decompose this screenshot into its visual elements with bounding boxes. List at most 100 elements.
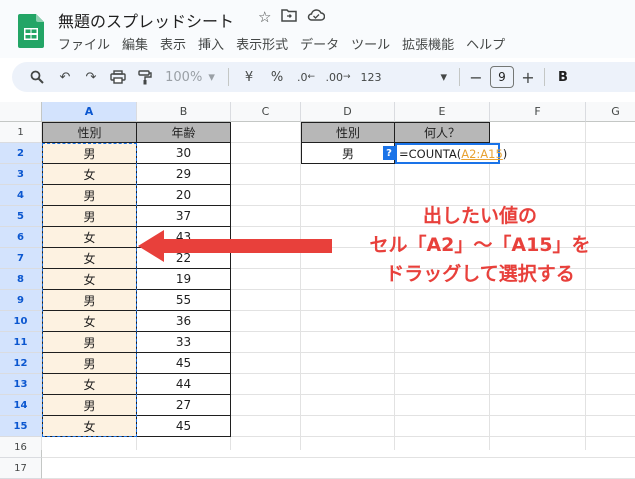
menu-help[interactable]: ヘルプ	[466, 34, 505, 53]
age-cell[interactable]: 37	[137, 206, 231, 227]
row-header-7[interactable]: 7	[0, 248, 42, 269]
gender-cell[interactable]: 女	[42, 374, 137, 395]
decrease-decimal-button[interactable]: .0 ←	[291, 65, 321, 89]
age-cell[interactable]: 45	[137, 416, 231, 437]
print-icon[interactable]	[104, 65, 132, 89]
sheets-logo-icon[interactable]	[18, 14, 44, 48]
zoom-value: 100%	[165, 69, 203, 85]
formula-help-icon[interactable]: ?	[383, 146, 395, 160]
gender-cell[interactable]: 男	[42, 353, 137, 374]
age-cell[interactable]: 36	[137, 311, 231, 332]
zoom-select[interactable]: 100% ▾	[158, 65, 222, 89]
row-header-9[interactable]: 9	[0, 290, 42, 311]
gender-cell[interactable]: 男	[42, 395, 137, 416]
row-header-5[interactable]: 5	[0, 206, 42, 227]
percent-format-button[interactable]: %	[263, 65, 291, 89]
font-select-chevron-icon[interactable]: ▾	[387, 65, 453, 89]
instruction-annotation: 出したい値の セル「A2」～「A15」を ドラッグして選択する	[330, 202, 630, 289]
column-header-f[interactable]: F	[490, 102, 586, 122]
gender-cell[interactable]: 男	[42, 290, 137, 311]
age-cell[interactable]: 19	[137, 269, 231, 290]
select-all-corner[interactable]	[0, 102, 42, 122]
formula-cell-e2[interactable]: =COUNTA(A2:A15)	[395, 143, 507, 164]
row-header-3[interactable]: 3	[0, 164, 42, 185]
count-table-header-cell[interactable]: 性別	[301, 122, 395, 143]
gender-cell[interactable]: 男	[42, 143, 137, 164]
increase-decimal-button[interactable]: .00 →	[321, 65, 355, 89]
column-header-a[interactable]: A	[42, 102, 137, 122]
gender-cell[interactable]: 男	[42, 185, 137, 206]
move-folder-icon[interactable]	[281, 8, 298, 26]
gender-cell[interactable]: 男	[42, 332, 137, 353]
redo-icon[interactable]: ↷	[78, 65, 104, 89]
age-cell[interactable]: 20	[137, 185, 231, 206]
star-icon[interactable]: ☆	[258, 8, 271, 26]
toolbar-divider	[459, 68, 460, 86]
increase-font-size-button[interactable]: +	[518, 65, 538, 89]
menu-data[interactable]: データ	[300, 34, 339, 53]
number-format-button[interactable]: 123	[355, 65, 387, 89]
menu-tools[interactable]: ツール	[351, 34, 390, 53]
column-header-d[interactable]: D	[301, 102, 395, 122]
age-cell[interactable]: 29	[137, 164, 231, 185]
row-header-6[interactable]: 6	[0, 227, 42, 248]
row-header-1[interactable]: 1	[0, 122, 42, 143]
gender-cell[interactable]: 女	[42, 269, 137, 290]
row-header-12[interactable]: 12	[0, 353, 42, 374]
age-cell[interactable]: 30	[137, 143, 231, 164]
age-cell[interactable]: 55	[137, 290, 231, 311]
menu-view[interactable]: 表示	[160, 34, 186, 53]
undo-icon[interactable]: ↶	[52, 65, 78, 89]
age-cell[interactable]: 45	[137, 353, 231, 374]
menu-insert[interactable]: 挿入	[198, 34, 224, 53]
currency-format-button[interactable]: ¥	[235, 65, 263, 89]
gender-cell[interactable]: 女	[42, 164, 137, 185]
menu-bar: ファイル 編集 表示 挿入 表示形式 データ ツール 拡張機能 ヘルプ	[58, 34, 505, 53]
menu-file[interactable]: ファイル	[58, 34, 110, 53]
row-header-2[interactable]: 2	[0, 143, 42, 164]
row-header-17[interactable]: 17	[0, 458, 42, 479]
arrow-right-icon: →	[342, 72, 351, 82]
row-header-14[interactable]: 14	[0, 395, 42, 416]
row-header-10[interactable]: 10	[0, 311, 42, 332]
column-header-b[interactable]: B	[137, 102, 231, 122]
menu-extensions[interactable]: 拡張機能	[402, 34, 454, 53]
age-cell[interactable]: 27	[137, 395, 231, 416]
gender-cell[interactable]: 女	[42, 227, 137, 248]
arrow-left-icon: ←	[307, 72, 316, 82]
column-header-c[interactable]: C	[231, 102, 301, 122]
search-icon[interactable]	[22, 65, 52, 89]
row-header-8[interactable]: 8	[0, 269, 42, 290]
count-table-header-cell[interactable]: 何人？	[395, 122, 490, 143]
gender-cell[interactable]: 女	[42, 416, 137, 437]
table-header-cell[interactable]: 年齢	[137, 122, 231, 143]
row-header-15[interactable]: 15	[0, 416, 42, 437]
menu-format[interactable]: 表示形式	[236, 34, 288, 53]
row-header-13[interactable]: 13	[0, 374, 42, 395]
row-header-4[interactable]: 4	[0, 185, 42, 206]
menu-edit[interactable]: 編集	[122, 34, 148, 53]
gridline-vertical	[300, 122, 301, 450]
cloud-saved-icon[interactable]	[307, 8, 326, 26]
decrease-font-size-button[interactable]: −	[466, 65, 486, 89]
gender-cell[interactable]: 男	[42, 206, 137, 227]
row-header-11[interactable]: 11	[0, 332, 42, 353]
bold-button[interactable]: B	[551, 65, 575, 89]
column-header-g[interactable]: G	[586, 102, 635, 122]
gender-cell[interactable]: 女	[42, 248, 137, 269]
table-header-cell[interactable]: 性別	[42, 122, 137, 143]
row-header-16[interactable]: 16	[0, 437, 42, 458]
font-size-input[interactable]: 9	[490, 66, 514, 88]
annotation-line-1: 出したい値の	[422, 205, 537, 227]
criteria-cell-d2[interactable]: 男	[301, 143, 395, 164]
annotation-line-2: セル「A2」～「A15」を	[369, 234, 591, 256]
age-cell[interactable]: 44	[137, 374, 231, 395]
age-cell[interactable]: 33	[137, 332, 231, 353]
formula-range-ref: A2:A15	[461, 146, 503, 161]
toolbar: ↶ ↷ 100% ▾ ¥ % .0 ← .00 → 123 ▾ − 9 + B	[12, 62, 635, 92]
column-header-e[interactable]: E	[395, 102, 490, 122]
paint-format-icon[interactable]	[132, 65, 158, 89]
document-title[interactable]: 無題のスプレッドシート	[58, 8, 234, 32]
gender-cell[interactable]: 女	[42, 311, 137, 332]
gridline-horizontal	[42, 457, 635, 458]
